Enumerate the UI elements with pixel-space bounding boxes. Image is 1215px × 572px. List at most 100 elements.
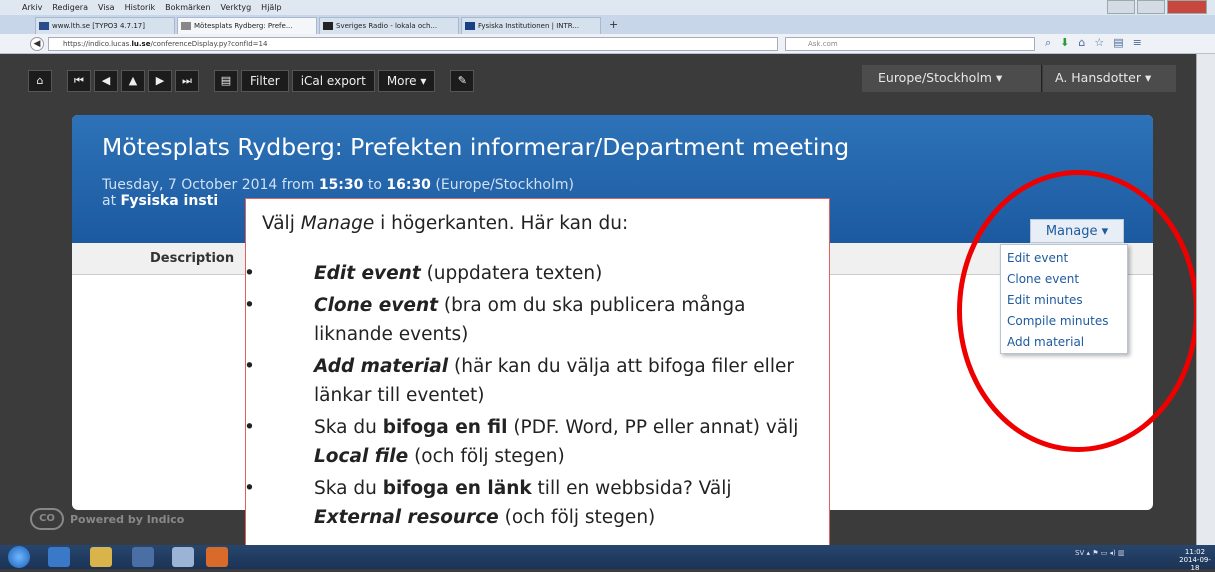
to-text: to — [363, 177, 387, 193]
menu-icon[interactable]: ≡ — [1133, 36, 1142, 50]
first-event-icon[interactable]: ⏮ — [67, 70, 91, 92]
list-item: Ska du bifoga en fil (PDF. Word, PP elle… — [244, 413, 824, 471]
media-icon[interactable] — [132, 547, 154, 567]
highlight-ellipse — [957, 170, 1199, 452]
menu-verktyg[interactable]: Verktyg — [221, 0, 252, 15]
home-icon[interactable]: ⌂ — [28, 70, 52, 92]
bullet-text: (och följ stegen) — [408, 446, 565, 467]
home-icon[interactable]: ⌂ — [1078, 36, 1085, 50]
back-icon[interactable]: ◀ — [30, 37, 44, 51]
clock-time: 11:02 — [1184, 548, 1206, 556]
url-path: /conferenceDisplay.py?confId=14 — [150, 40, 268, 48]
explorer-icon[interactable] — [90, 547, 112, 567]
start-button[interactable] — [8, 546, 30, 568]
bullet-edit-event: Edit event — [314, 263, 421, 284]
description-tab[interactable]: Description — [150, 251, 234, 266]
powered-by: CO Powered by Indico — [30, 508, 184, 530]
list-item: Clone event (bra om du ska publicera mån… — [244, 291, 824, 349]
bullet-clone-event: Clone event — [314, 295, 438, 316]
list-item: Ska du bifoga en länk till en webbsida? … — [244, 474, 824, 532]
new-tab-icon[interactable]: + — [609, 15, 618, 34]
menu-arkiv[interactable]: Arkiv — [22, 0, 42, 15]
lu-favicon-icon — [465, 22, 475, 30]
indico-logo-icon: CO — [30, 508, 64, 530]
window-controls — [1107, 0, 1207, 14]
next-event-icon[interactable]: ▶ — [148, 70, 172, 92]
menu-bokmarken[interactable]: Bokmärken — [165, 0, 210, 15]
tab-label: Fysiska Institutionen | INTR... — [478, 22, 580, 30]
download-icon[interactable]: ⬇ — [1060, 36, 1069, 50]
filter-button[interactable]: Filter — [241, 70, 289, 92]
at-text: at — [102, 193, 121, 209]
tab-lth[interactable]: www.lth.se [TYPO3 4.7.17] — [35, 17, 175, 34]
intro-text: Välj — [262, 213, 301, 234]
side-scrollbar[interactable] — [1196, 54, 1215, 545]
edit-pencil-icon[interactable]: ✎ — [450, 70, 475, 92]
tab-fysiska[interactable]: Fysiska Institutionen | INTR... — [461, 17, 601, 34]
tab-label: Sveriges Radio - lokala och... — [336, 22, 438, 30]
firefox-icon[interactable] — [206, 547, 228, 567]
url-field[interactable]: https://indico.lucas.lu.se/conferenceDis… — [48, 37, 778, 51]
callout-list: Edit event (uppdatera texten) Clone even… — [244, 259, 824, 535]
list-item: Add material (här kan du välja att bifog… — [244, 352, 824, 410]
url-host: lu.se — [131, 40, 151, 48]
user-menu[interactable]: A. Hansdotter ▾ — [1043, 65, 1176, 92]
event-title: Mötesplats Rydberg: Prefekten informerar… — [102, 133, 850, 161]
clock-date: 2014-09-18 — [1179, 556, 1211, 572]
menu-redigera[interactable]: Redigera — [52, 0, 88, 15]
print-icon[interactable]: ▤ — [214, 70, 238, 92]
end-time: 16:30 — [386, 177, 431, 193]
bullet-local-file: Local file — [314, 446, 409, 467]
bullet-add-material: Add material — [314, 356, 449, 377]
timezone-selector[interactable]: Europe/Stockholm ▾ — [862, 65, 1042, 92]
powered-text: Powered by Indico — [70, 512, 185, 526]
tab-motesplats[interactable]: Mötesplats Rydberg: Prefe... — [177, 17, 317, 34]
tab-strip: www.lth.se [TYPO3 4.7.17] Mötesplats Ryd… — [0, 15, 1215, 34]
intro-text-end: i högerkanten. Här kan du: — [374, 213, 629, 234]
ie-icon[interactable] — [48, 547, 70, 567]
close-window-button[interactable] — [1167, 0, 1207, 14]
minimize-button[interactable] — [1107, 0, 1135, 14]
timezone-text: (Europe/Stockholm) — [430, 177, 574, 193]
date-text: Tuesday, 7 October 2014 from — [102, 177, 319, 193]
bullet-external-resource: External resource — [314, 507, 499, 528]
menu-hjalp[interactable]: Hjälp — [261, 0, 281, 15]
previous-event-icon[interactable]: ◀ — [94, 70, 118, 92]
menu-historik[interactable]: Historik — [125, 0, 156, 15]
system-tray: SV ▴ ⚑ ▭ ◂) ▥ — [1075, 549, 1125, 557]
menu-visa[interactable]: Visa — [98, 0, 115, 15]
app-icon[interactable] — [172, 547, 194, 567]
bullet-text: (PDF. Word, PP eller annat) välj — [507, 417, 799, 438]
tab-label: Mötesplats Rydberg: Prefe... — [194, 22, 293, 30]
instruction-callout: Välj Manage i högerkanten. Här kan du: E… — [244, 198, 830, 569]
bookmark-star-icon[interactable]: ☆ — [1094, 36, 1104, 50]
bullet-text: Ska du — [314, 417, 383, 438]
bullet-text: till en webbsida? Välj — [531, 478, 732, 499]
event-datetime: Tuesday, 7 October 2014 from 15:30 to 16… — [102, 177, 574, 193]
last-event-icon[interactable]: ⏭ — [175, 70, 199, 92]
navigation-bar: ◀ https://indico.lucas.lu.se/conferenceD… — [0, 34, 1215, 54]
bullet-bold: bifoga en fil — [382, 417, 508, 438]
bookmarks-icon[interactable]: ▤ — [1113, 36, 1123, 50]
maximize-button[interactable] — [1137, 0, 1165, 14]
bullet-bold: bifoga en länk — [382, 478, 532, 499]
indico-favicon-icon — [181, 22, 191, 30]
search-field[interactable]: Ask.com — [785, 37, 1035, 51]
search-placeholder: Ask.com — [808, 40, 838, 48]
indico-toolbar: ⌂ ⏮ ◀ ▲ ▶ ⏭ ▤ Filter iCal export More ▾ … — [28, 68, 477, 94]
language-indicator[interactable]: SV — [1075, 549, 1084, 557]
ical-export-button[interactable]: iCal export — [291, 70, 375, 92]
url-prefix: https://indico.lucas. — [63, 40, 132, 48]
tab-label: www.lth.se [TYPO3 4.7.17] — [52, 22, 145, 30]
clock[interactable]: 11:02 2014-09-18 — [1175, 548, 1215, 572]
menu-bar: Arkiv Redigera Visa Historik Bokmärken V… — [0, 0, 1215, 15]
browser-toolbar-icons: ⌕ ⬇ ⌂ ☆ ▤ ≡ — [1045, 36, 1142, 50]
up-category-icon[interactable]: ▲ — [121, 70, 145, 92]
location-text: Fysiska insti — [120, 193, 219, 209]
tab-sveriges-radio[interactable]: Sveriges Radio - lokala och... — [319, 17, 459, 34]
bullet-text: Ska du — [314, 478, 383, 499]
search-icon[interactable]: ⌕ — [1045, 36, 1051, 50]
start-time: 15:30 — [318, 177, 364, 193]
lth-favicon-icon — [39, 22, 49, 30]
more-button[interactable]: More ▾ — [377, 70, 436, 92]
